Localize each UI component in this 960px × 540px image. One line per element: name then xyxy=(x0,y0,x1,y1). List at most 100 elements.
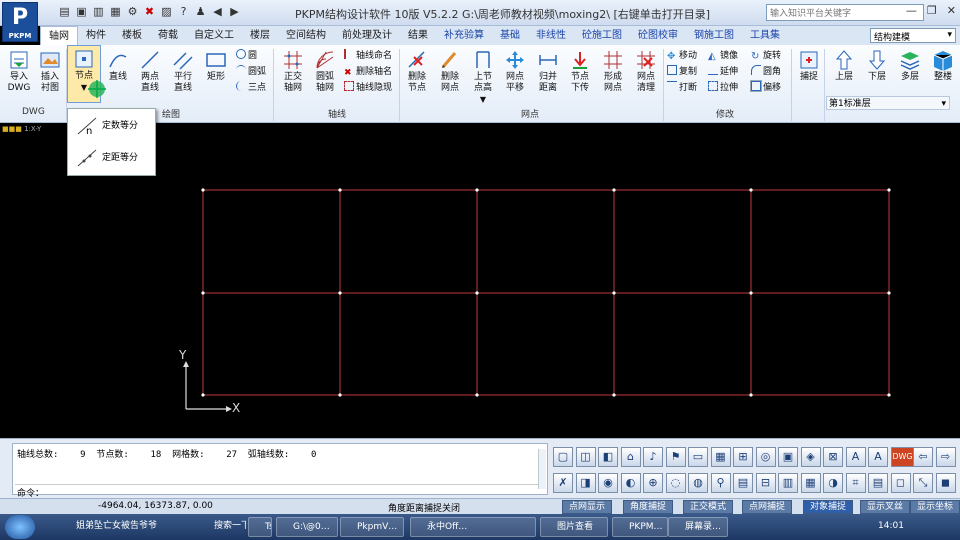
lens-icon[interactable]: ◍ xyxy=(688,473,708,493)
tab-12[interactable]: 砼施工图 xyxy=(574,26,630,45)
grid-node[interactable] xyxy=(475,188,479,192)
grid-node[interactable] xyxy=(887,291,891,295)
two-point-line-button[interactable]: 两点 直线 xyxy=(133,47,167,94)
whole-building-button[interactable]: 整楼 xyxy=(926,47,960,83)
globe-icon[interactable]: ◎ xyxy=(755,447,776,467)
delete-axis-name-button[interactable]: ✖ 删除轴名 xyxy=(344,65,392,79)
break-button[interactable]: 打断 xyxy=(667,81,697,95)
new-icon[interactable]: ▣ xyxy=(75,5,88,18)
dwg-icon[interactable]: DWG xyxy=(890,447,915,467)
grid-node[interactable] xyxy=(475,393,479,397)
taskbar-item-3[interactable]: G:\@0… xyxy=(276,517,338,537)
copy-button[interactable]: 复制 xyxy=(667,65,697,79)
taskbar-item-0[interactable]: 姐弟坠亡女被告爷爷 xyxy=(60,517,190,537)
delete-grid-button[interactable]: 删除 网点 xyxy=(433,47,467,94)
tab-8[interactable]: 结果 xyxy=(400,26,436,45)
snap-button[interactable]: 捕捉 xyxy=(792,47,826,83)
redo-icon[interactable]: ▶ xyxy=(228,5,241,18)
arc-button[interactable]: 圆弧 xyxy=(236,65,266,79)
three-point-arc-button[interactable]: 三点 xyxy=(236,81,266,95)
status-toggle-1[interactable]: 角度捕捉 xyxy=(623,500,674,514)
tab-15[interactable]: 工具集 xyxy=(742,26,788,45)
taskbar-item-6[interactable]: 图片查看 xyxy=(540,517,608,537)
grid-node[interactable] xyxy=(612,291,616,295)
grid-icon[interactable]: ▦ xyxy=(710,447,731,467)
hash-icon[interactable]: ⌗ xyxy=(845,473,866,493)
home-icon[interactable]: ⌂ xyxy=(620,447,641,467)
grid-node[interactable] xyxy=(612,393,616,397)
contrast-icon[interactable]: ◑ xyxy=(823,473,843,493)
status-toggle-4[interactable]: 对象捕捉 xyxy=(803,500,854,514)
layers-icon[interactable]: ◈ xyxy=(800,447,821,467)
tab-13[interactable]: 砼图校审 xyxy=(630,26,686,45)
status-toggle-0[interactable]: 点网显示 xyxy=(562,500,613,514)
settings-icon[interactable]: ⚙ xyxy=(126,5,139,18)
start-button[interactable] xyxy=(5,515,35,539)
stack-icon[interactable]: ▤ xyxy=(733,473,753,493)
tab-7[interactable]: 前处理及计 xyxy=(334,26,400,45)
flag-icon[interactable]: ⚑ xyxy=(665,447,686,467)
grid-node[interactable] xyxy=(201,393,205,397)
grid-node[interactable] xyxy=(887,188,891,192)
front-view-icon[interactable]: ◧ xyxy=(598,447,618,467)
open-icon[interactable]: ▥ xyxy=(92,5,105,18)
grid-node[interactable] xyxy=(338,291,342,295)
taskbar-item-4[interactable]: PkpmV… xyxy=(340,517,404,537)
zoom-in-icon[interactable]: ◐ xyxy=(620,473,641,493)
node-pass-down-button[interactable]: 节点 下传 xyxy=(563,47,597,94)
status-toggle-6[interactable]: 显示坐标 xyxy=(910,500,960,514)
floor-up-button[interactable]: 上层 xyxy=(827,47,861,83)
node-elevation-button[interactable]: 上节 点高 ▼ xyxy=(466,47,500,105)
status-toggle-2[interactable]: 正交模式 xyxy=(683,500,734,514)
tab-0[interactable]: 轴网 xyxy=(40,26,78,45)
grid-cleanup-button[interactable]: 网点 清理 xyxy=(629,47,663,94)
command-line[interactable]: 命令： xyxy=(15,484,545,499)
pin-icon[interactable]: ⚲ xyxy=(710,473,731,493)
app-logo[interactable]: P PKPM xyxy=(2,2,38,42)
forward-icon[interactable]: ⇨ xyxy=(935,447,956,467)
delete-node-button[interactable]: 删除 节点 xyxy=(400,47,434,94)
restore-icon[interactable]: ❐ xyxy=(927,4,937,17)
bars-icon[interactable]: ▥ xyxy=(778,473,798,493)
remove-icon[interactable]: ⊟ xyxy=(755,473,776,493)
close-icon[interactable]: ✕ xyxy=(947,4,956,17)
scrollbar[interactable] xyxy=(538,449,546,489)
expand-icon[interactable]: ⤡ xyxy=(913,473,933,493)
edit-icon[interactable]: ◨ xyxy=(575,473,596,493)
save-as-icon[interactable]: ▦ xyxy=(109,5,122,18)
help-icon[interactable]: ? xyxy=(177,5,190,18)
grid2-icon[interactable]: ⊞ xyxy=(733,447,753,467)
text-add-icon[interactable]: A xyxy=(845,447,866,467)
parallel-line-button[interactable]: 平行 直线 xyxy=(166,47,200,94)
user-icon[interactable]: ♟ xyxy=(194,5,207,18)
status-toggle-5[interactable]: 显示叉丝 xyxy=(860,500,911,514)
grid-node[interactable] xyxy=(612,188,616,192)
mirror-button[interactable]: ◭ 镜像 xyxy=(708,49,738,63)
taskbar-item-8[interactable]: 屏幕录… xyxy=(668,517,728,537)
grid-node[interactable] xyxy=(338,188,342,192)
ortho-grid-button[interactable]: 正交 轴网 xyxy=(276,47,310,94)
insert-underlay-button[interactable]: 插入 衬图 xyxy=(33,47,67,94)
rotate-button[interactable]: ↻ 旋转 xyxy=(751,49,781,63)
floor-down-button[interactable]: 下层 xyxy=(860,47,894,83)
multi-floor-button[interactable]: 多层 xyxy=(893,47,927,83)
minimize-icon[interactable]: — xyxy=(906,4,917,17)
axis-name-button[interactable]: 轴线命名 xyxy=(344,49,392,63)
light-icon[interactable]: ♪ xyxy=(643,447,663,467)
grid-node[interactable] xyxy=(749,291,753,295)
taskbar-item-1[interactable]: 搜索一下 xyxy=(198,517,246,537)
axis-visibility-button[interactable]: 轴线隐现 xyxy=(344,81,392,95)
move-button[interactable]: ✥ 移动 xyxy=(667,49,697,63)
orbit-icon[interactable]: ◉ xyxy=(598,473,618,493)
tab-11[interactable]: 非线性 xyxy=(528,26,574,45)
merge-distance-button[interactable]: 归并 距离 xyxy=(531,47,565,94)
fit-icon[interactable]: ▣ xyxy=(778,447,798,467)
tab-14[interactable]: 钢施工图 xyxy=(686,26,742,45)
zoom-out-icon[interactable]: ◌ xyxy=(665,473,686,493)
fill-icon[interactable]: ◼ xyxy=(935,473,956,493)
tab-2[interactable]: 楼板 xyxy=(114,26,150,45)
menu-item-divide-by-distance[interactable]: 定距等分 xyxy=(72,145,154,171)
fillet-button[interactable]: 圆角 xyxy=(751,65,781,79)
circle-button[interactable]: 圆 xyxy=(236,49,257,63)
tab-9[interactable]: 补充验算 xyxy=(436,26,492,45)
